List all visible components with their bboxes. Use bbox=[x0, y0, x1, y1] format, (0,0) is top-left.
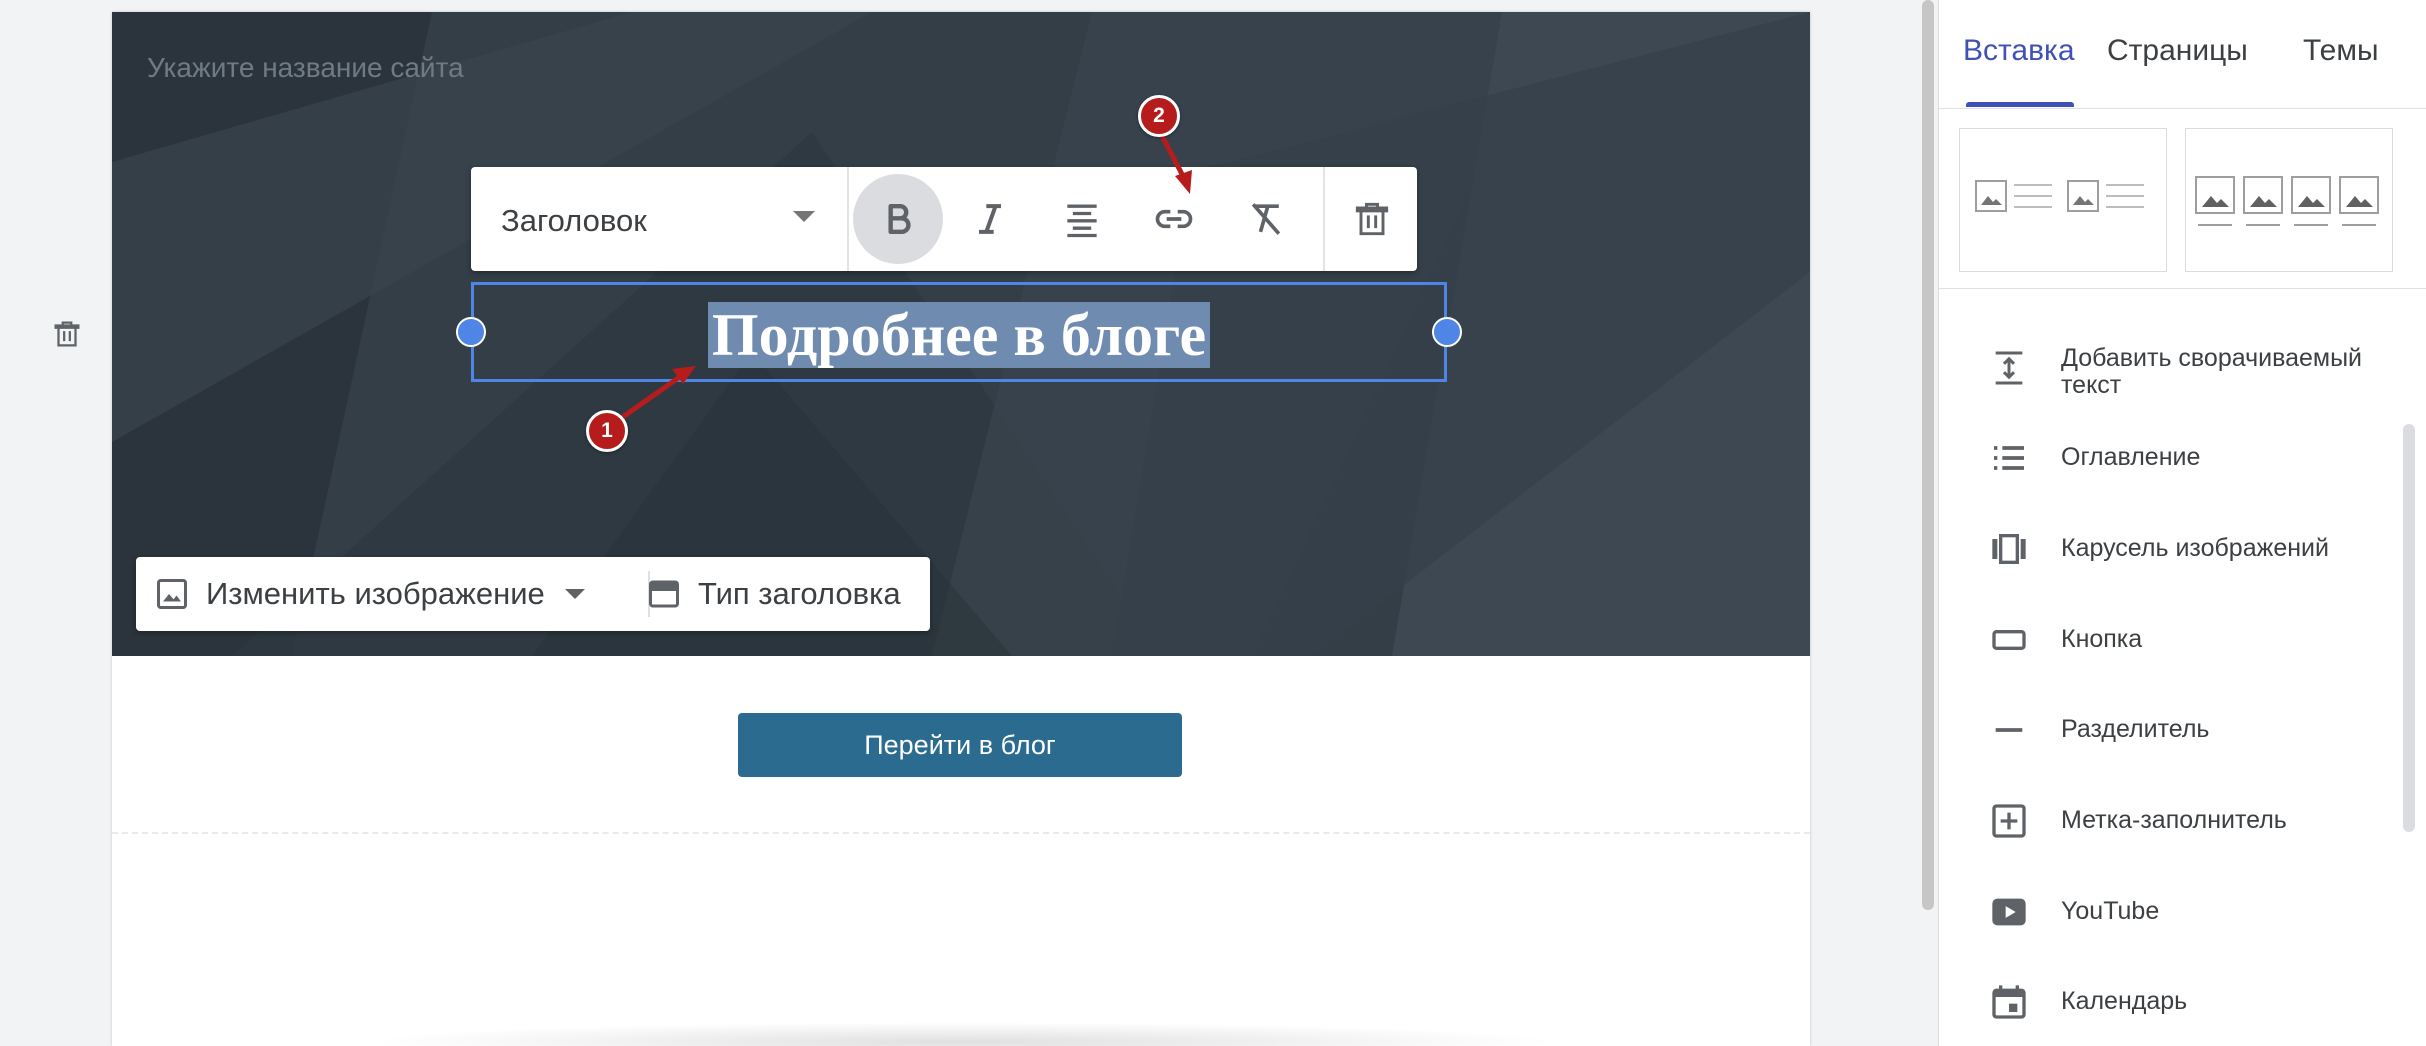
button-icon bbox=[1992, 630, 2026, 650]
heading-text-box[interactable]: Подробнее в блоге bbox=[471, 282, 1447, 382]
link-icon bbox=[1155, 209, 1193, 229]
active-tab-indicator bbox=[1966, 102, 2074, 107]
annotation-marker-2: 2 bbox=[1138, 95, 1180, 137]
section-divider bbox=[112, 832, 1810, 834]
header-type-label: Тип заголовка bbox=[698, 576, 901, 611]
bold-button[interactable] bbox=[853, 174, 943, 264]
calendar-icon bbox=[1992, 985, 2026, 1019]
layout-two-columns-icon bbox=[1975, 180, 2144, 212]
align-center-button[interactable] bbox=[1037, 174, 1127, 264]
insert-item-label: Кнопка bbox=[2061, 625, 2143, 653]
insert-button[interactable]: Кнопка bbox=[1939, 616, 2409, 666]
insert-item-label: Добавить сворачиваемый текст bbox=[2061, 344, 2363, 399]
hero-section[interactable]: Укажите название сайта Заголовок Подробн… bbox=[112, 12, 1810, 656]
insert-item-label: Метка-заполнитель bbox=[2061, 806, 2287, 834]
insert-item-label: Оглавление bbox=[2061, 443, 2201, 471]
insert-item-label: Разделитель bbox=[2061, 715, 2210, 743]
tab-insert[interactable]: Вставка bbox=[1963, 34, 2075, 68]
header-type-icon bbox=[649, 580, 679, 608]
insert-item-label: YouTube bbox=[2061, 897, 2160, 925]
delete-text-box-button[interactable] bbox=[1327, 174, 1417, 264]
text-style-dropdown[interactable]: Заголовок bbox=[471, 167, 847, 271]
heading-text[interactable]: Подробнее в блоге bbox=[474, 301, 1444, 369]
insert-item-label: Календарь bbox=[2061, 987, 2188, 1015]
insert-panel: Вставка Страницы Темы Добавить сворачива… bbox=[1938, 0, 2426, 1046]
layout-four-images[interactable] bbox=[2185, 128, 2393, 272]
resize-handle-left[interactable] bbox=[456, 317, 486, 347]
chevron-down-icon bbox=[793, 211, 815, 222]
toolbar-divider bbox=[1323, 167, 1325, 271]
change-image-label: Изменить изображение bbox=[206, 576, 545, 611]
panel-divider bbox=[1939, 288, 2426, 289]
image-carousel-icon bbox=[1992, 534, 2026, 564]
layout-four-images-icon bbox=[2195, 176, 2379, 226]
align-center-icon bbox=[1067, 204, 1097, 238]
resize-handle-right[interactable] bbox=[1432, 317, 1462, 347]
tab-themes[interactable]: Темы bbox=[2303, 34, 2379, 68]
editor-scrollbar[interactable] bbox=[1922, 0, 1934, 910]
panel-scrollbar[interactable] bbox=[2403, 424, 2415, 832]
text-format-toolbar: Заголовок bbox=[471, 167, 1417, 271]
change-image-button[interactable]: Изменить изображение bbox=[154, 557, 585, 631]
collapsible-text-icon bbox=[1995, 351, 2023, 385]
bold-icon bbox=[888, 203, 911, 235]
chevron-down-icon bbox=[564, 589, 585, 599]
delete-section-icon[interactable] bbox=[50, 316, 84, 352]
insert-divider[interactable]: Разделитель bbox=[1939, 706, 2409, 756]
go-to-blog-button[interactable]: Перейти в блог bbox=[738, 713, 1182, 777]
italic-button[interactable] bbox=[945, 174, 1035, 264]
clear-formatting-icon bbox=[1251, 203, 1281, 235]
header-type-button[interactable]: Тип заголовка bbox=[646, 557, 901, 631]
panel-tabs: Вставка Страницы Темы bbox=[1939, 0, 2426, 109]
divider-icon bbox=[1995, 728, 2023, 732]
insert-image-carousel[interactable]: Карусель изображений bbox=[1939, 525, 2409, 575]
insert-placeholder[interactable]: Метка-заполнитель bbox=[1939, 797, 2409, 847]
tab-pages[interactable]: Страницы bbox=[2107, 34, 2248, 68]
toolbar-divider bbox=[847, 167, 849, 271]
insert-calendar[interactable]: Календарь bbox=[1939, 978, 2409, 1028]
section-shadow bbox=[362, 1022, 1562, 1046]
site-name-placeholder[interactable]: Укажите название сайта bbox=[147, 52, 464, 84]
italic-icon bbox=[979, 204, 1001, 234]
layout-two-columns[interactable] bbox=[1959, 128, 2167, 272]
insert-table-of-contents[interactable]: Оглавление bbox=[1939, 434, 2409, 484]
table-of-contents-icon bbox=[1994, 446, 2024, 470]
youtube-icon bbox=[1992, 898, 2026, 926]
insert-collapsible-text[interactable]: Добавить сворачиваемый текст bbox=[1939, 340, 2409, 410]
trash-icon bbox=[1355, 202, 1389, 236]
text-style-value: Заголовок bbox=[501, 203, 647, 238]
annotation-marker-1: 1 bbox=[586, 410, 628, 452]
insert-link-button[interactable] bbox=[1129, 174, 1219, 264]
header-image-toolbar: Изменить изображение Тип заголовка bbox=[136, 557, 930, 631]
heading-selected-text[interactable]: Подробнее в блоге bbox=[707, 302, 1211, 368]
insert-youtube[interactable]: YouTube bbox=[1939, 888, 2409, 938]
insert-item-label: Карусель изображений bbox=[2061, 534, 2329, 562]
site-canvas: Укажите название сайта Заголовок Подробн… bbox=[112, 12, 1810, 1046]
image-icon bbox=[157, 579, 187, 609]
clear-formatting-button[interactable] bbox=[1221, 174, 1311, 264]
placeholder-icon bbox=[1992, 804, 2026, 838]
